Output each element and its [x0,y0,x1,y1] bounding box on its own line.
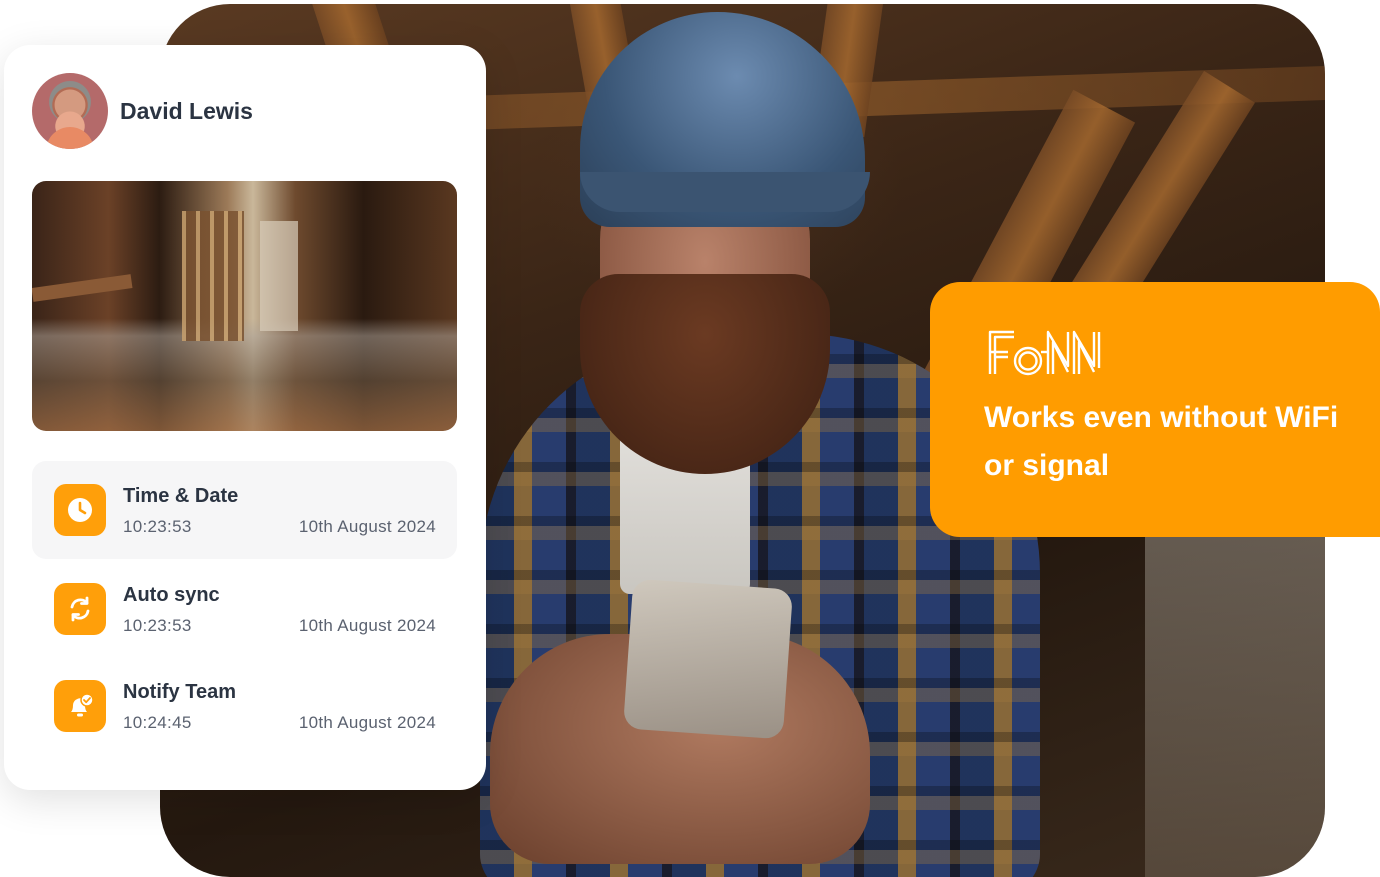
activity-date: 10th August 2024 [298,713,436,732]
activity-time: 10:23:53 [123,517,192,536]
activity-card: David Lewis Time & Date 10:23:53 10th Au… [4,45,486,790]
clock-icon [54,484,106,536]
user-avatar[interactable] [32,73,108,149]
site-photo-detail [182,211,244,341]
activity-time: 10:24:45 [123,713,192,732]
profile-header: David Lewis [32,73,253,149]
activity-row-auto-sync[interactable]: Auto sync 10:23:53 10th August 2024 [32,560,457,658]
activity-title: Time & Date [123,485,239,507]
activity-title: Auto sync [123,584,220,606]
activity-row-time-date[interactable]: Time & Date 10:23:53 10th August 2024 [32,461,457,559]
activity-time: 10:23:53 [123,616,192,635]
sync-icon [54,583,106,635]
smartphone [622,578,794,740]
window-light [1145,524,1325,877]
bell-check-icon [54,680,106,732]
site-photo-detail [32,274,133,302]
callout-message: Works even without WiFi or signal [984,401,1339,482]
hard-hat-brim [580,172,870,212]
activity-title: Notify Team [123,681,236,703]
site-photo-detail [260,221,298,331]
offline-callout: Works even without WiFi or signal [930,282,1380,537]
fonn-logo [988,328,1112,385]
activity-date: 10th August 2024 [298,517,436,536]
activity-date: 10th August 2024 [298,616,436,635]
profile-name: David Lewis [120,97,253,124]
activity-row-notify-team[interactable]: Notify Team 10:24:45 10th August 2024 [32,657,457,755]
site-photo[interactable] [32,181,457,431]
